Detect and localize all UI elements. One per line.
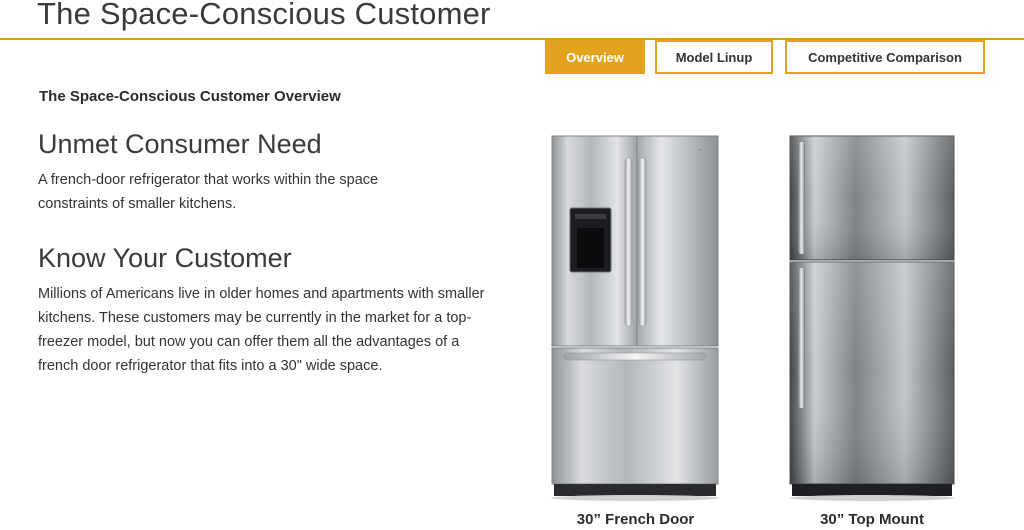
overview-heading: The Space-Conscious Customer Overview: [39, 88, 341, 105]
page-title: The Space-Conscious Customer: [37, 0, 491, 31]
tab-overview[interactable]: Overview: [545, 40, 645, 74]
tab-bar: Overview Model Linup Competitive Compari…: [0, 40, 1024, 76]
product-caption-top-mount: 30” Top Mount: [820, 511, 924, 528]
tab-model-lineup[interactable]: Model Linup: [655, 40, 773, 74]
top-mount-refrigerator-image: [786, 130, 958, 502]
section-heading-unmet-need: Unmet Consumer Need: [38, 129, 322, 159]
section-text-unmet-need: A french-door refrigerator that works wi…: [38, 172, 379, 212]
section-heading-know-customer: Know Your Customer: [38, 243, 292, 273]
french-door-refrigerator-image: ~: [548, 130, 723, 502]
section-text-know-customer: Millions of Americans live in older home…: [38, 286, 485, 374]
product-caption-french-door: 30” French Door: [576, 511, 695, 528]
tab-competitive-comparison[interactable]: Competitive Comparison: [785, 40, 985, 74]
svg-text:~: ~: [698, 148, 702, 154]
